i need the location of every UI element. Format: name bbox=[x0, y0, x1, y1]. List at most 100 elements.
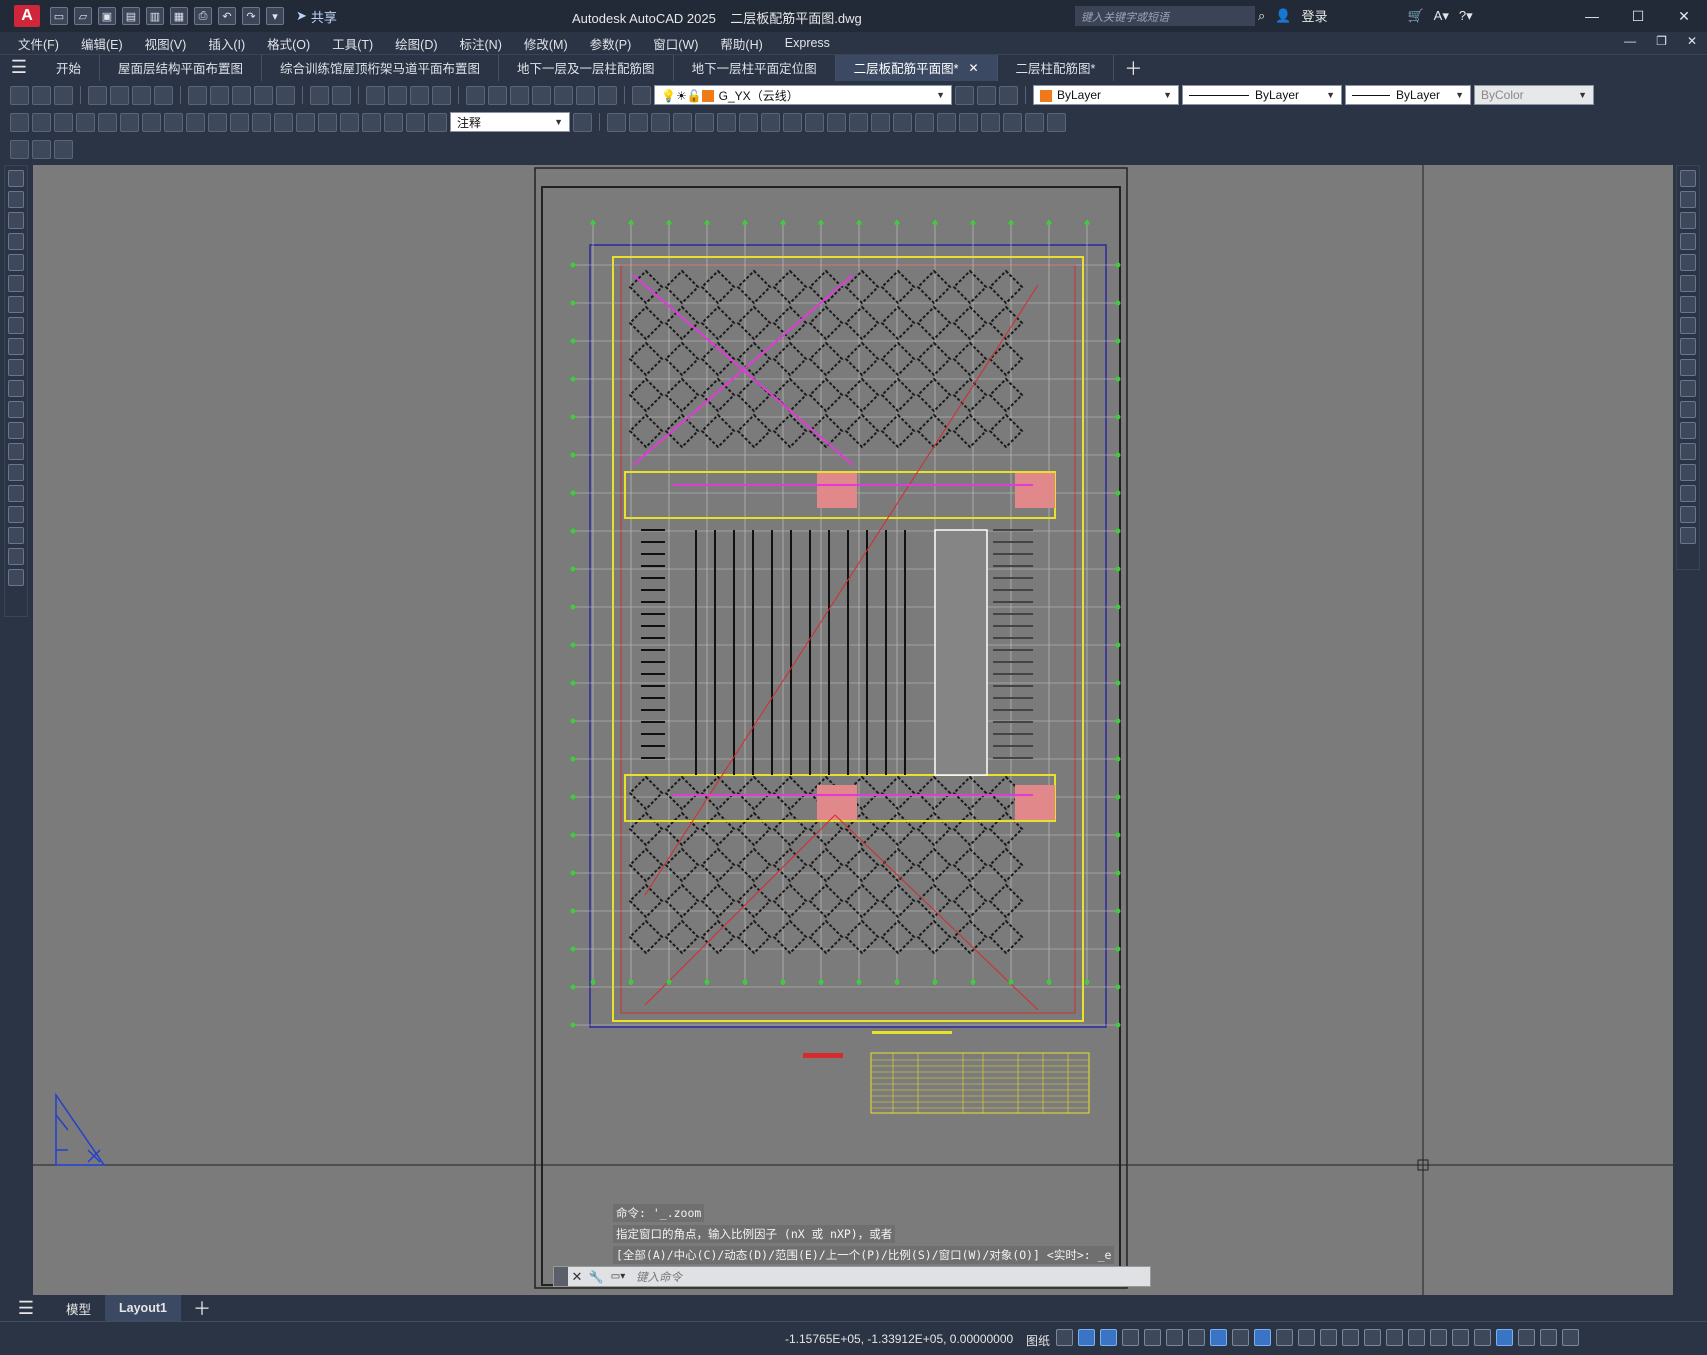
rectangle-icon[interactable] bbox=[8, 254, 24, 271]
3d-osnap-icon[interactable] bbox=[1298, 1329, 1315, 1346]
annotation-monitor-icon[interactable] bbox=[1408, 1329, 1425, 1346]
tab-roof-structure[interactable]: 屋面层结构平面布置图 bbox=[100, 54, 263, 81]
open-icon[interactable] bbox=[32, 85, 51, 105]
tab-basement-column-reinforcement[interactable]: 地下一层及一层柱配筋图 bbox=[499, 54, 674, 81]
layer-properties-icon[interactable] bbox=[632, 85, 651, 105]
help-icon[interactable]: ?▾ bbox=[1459, 8, 1473, 24]
object-snap-icon[interactable] bbox=[1210, 1329, 1227, 1346]
dimension-style-icon[interactable] bbox=[573, 112, 592, 132]
close-icon[interactable]: ✕ bbox=[568, 1269, 586, 1285]
slice-icon[interactable] bbox=[783, 112, 802, 132]
drawing-canvas[interactable]: 命令: '_.zoom 指定窗口的角点，输入比例因子 (nX 或 nXP)，或者… bbox=[33, 165, 1673, 1295]
dimension-break-icon[interactable] bbox=[274, 112, 293, 132]
snap-icon[interactable] bbox=[1056, 1329, 1073, 1346]
radius-icon[interactable] bbox=[98, 112, 117, 132]
table-icon[interactable] bbox=[8, 527, 24, 544]
isodraft-icon[interactable] bbox=[1144, 1329, 1161, 1346]
make-block-icon[interactable] bbox=[8, 422, 24, 439]
menu-window[interactable]: 窗口(W) bbox=[653, 34, 698, 53]
tab-layout1[interactable]: Layout1 bbox=[105, 1295, 181, 1321]
dynamic-ucs-icon[interactable] bbox=[1188, 1329, 1205, 1346]
tab-second-floor-column[interactable]: 二层柱配筋图* bbox=[998, 54, 1115, 81]
arc-icon[interactable] bbox=[8, 275, 24, 292]
share-button[interactable]: ➤ 共享 bbox=[296, 7, 337, 26]
zoom-previous-icon[interactable] bbox=[432, 85, 451, 105]
zoom-realtime-icon[interactable] bbox=[388, 85, 407, 105]
layout-menu-icon[interactable]: ☰ bbox=[0, 1298, 52, 1319]
cylinder-icon[interactable] bbox=[651, 112, 670, 132]
inspection-icon[interactable] bbox=[340, 112, 359, 132]
move-icon[interactable] bbox=[1680, 275, 1696, 292]
publish-icon[interactable] bbox=[132, 85, 151, 105]
redo-icon[interactable]: ↷ bbox=[242, 7, 260, 25]
center-mark-icon[interactable] bbox=[318, 112, 337, 132]
array-icon[interactable] bbox=[1680, 254, 1696, 271]
tab-start[interactable]: 开始 bbox=[38, 54, 101, 81]
lock-ui-icon[interactable] bbox=[1474, 1329, 1491, 1346]
match-properties-icon[interactable] bbox=[254, 85, 273, 105]
cart-icon[interactable]: 🛒 bbox=[1407, 8, 1423, 24]
close-tab-icon[interactable]: ✕ bbox=[968, 61, 978, 75]
command-input[interactable]: 键入命令 bbox=[636, 1269, 682, 1285]
user-icon[interactable]: 👤 bbox=[1275, 8, 1291, 24]
customize-wrench-icon[interactable]: 🔧 bbox=[586, 1270, 606, 1284]
gradient-icon[interactable] bbox=[8, 485, 24, 502]
chamfer-icon[interactable] bbox=[1680, 464, 1696, 481]
dimension-edit-icon[interactable] bbox=[384, 112, 403, 132]
autocad-logo-icon[interactable]: A bbox=[14, 5, 40, 27]
torus-icon[interactable] bbox=[717, 112, 736, 132]
dimension-text-edit-icon[interactable] bbox=[406, 112, 425, 132]
auto-scale-icon[interactable] bbox=[1342, 1329, 1359, 1346]
setup-view-icon[interactable] bbox=[937, 112, 956, 132]
drag-handle-icon[interactable] bbox=[554, 1267, 568, 1286]
menu-express[interactable]: Express bbox=[785, 36, 830, 50]
tolerance-icon[interactable] bbox=[296, 112, 315, 132]
layer-states-icon[interactable] bbox=[999, 85, 1018, 105]
customize-qat-icon[interactable]: ▾ bbox=[266, 7, 284, 25]
open-file-icon[interactable]: ▱ bbox=[74, 7, 92, 25]
properties-icon[interactable] bbox=[466, 85, 485, 105]
trim-icon[interactable] bbox=[1680, 359, 1696, 376]
view-3d-icon[interactable] bbox=[981, 112, 1000, 132]
menu-dimension[interactable]: 标注(N) bbox=[460, 34, 502, 53]
block-attribute-icon[interactable] bbox=[32, 139, 51, 159]
units-icon[interactable] bbox=[1430, 1329, 1447, 1346]
revolve-icon[interactable] bbox=[761, 112, 780, 132]
clean-screen-icon[interactable] bbox=[1540, 1329, 1557, 1346]
new-tab-icon[interactable]: ＋ bbox=[1124, 55, 1142, 81]
setup-drawing-icon[interactable] bbox=[915, 112, 934, 132]
polygon-icon[interactable] bbox=[8, 233, 24, 250]
offset-icon[interactable] bbox=[1680, 233, 1696, 250]
doc-minimize-icon[interactable]: — bbox=[1624, 34, 1636, 48]
annotation-visibility-icon[interactable] bbox=[1320, 1329, 1337, 1346]
union-icon[interactable] bbox=[849, 112, 868, 132]
jogged-icon[interactable] bbox=[120, 112, 139, 132]
doc-close-icon[interactable]: ✕ bbox=[1687, 34, 1697, 48]
aligned-dimension-icon[interactable] bbox=[32, 112, 51, 132]
render-icon[interactable] bbox=[1025, 112, 1044, 132]
menu-modify[interactable]: 修改(M) bbox=[524, 34, 568, 53]
menu-draw[interactable]: 绘图(D) bbox=[395, 34, 437, 53]
close-icon[interactable]: ✕ bbox=[1661, 0, 1707, 32]
revision-cloud-icon[interactable] bbox=[8, 317, 24, 334]
intersect-icon[interactable] bbox=[893, 112, 912, 132]
arc-length-icon[interactable] bbox=[54, 112, 73, 132]
menu-format[interactable]: 格式(O) bbox=[267, 34, 310, 53]
save-as-icon[interactable]: ▤ bbox=[122, 7, 140, 25]
save-icon[interactable]: ▣ bbox=[98, 7, 116, 25]
block-editor-icon[interactable] bbox=[276, 85, 295, 105]
stretch-icon[interactable] bbox=[1680, 338, 1696, 355]
point-icon[interactable] bbox=[8, 443, 24, 460]
pan-icon[interactable] bbox=[366, 85, 385, 105]
design-center-icon[interactable] bbox=[488, 85, 507, 105]
mirror-icon[interactable] bbox=[1680, 212, 1696, 229]
recent-commands-icon[interactable]: ▭▾ bbox=[606, 1271, 630, 1282]
sheet-set-icon[interactable] bbox=[532, 85, 551, 105]
construction-line-icon[interactable] bbox=[8, 191, 24, 208]
menu-view[interactable]: 视图(V) bbox=[145, 34, 187, 53]
sphere-icon[interactable] bbox=[629, 112, 648, 132]
lineweight-dropdown[interactable]: ByLayer ▼ bbox=[1345, 85, 1471, 105]
new-layout-icon[interactable]: ＋ bbox=[193, 1295, 211, 1321]
layer-dropdown[interactable]: 💡☀🔓 G_YX（云线） ▼ bbox=[654, 85, 952, 105]
save-icon[interactable] bbox=[54, 85, 73, 105]
